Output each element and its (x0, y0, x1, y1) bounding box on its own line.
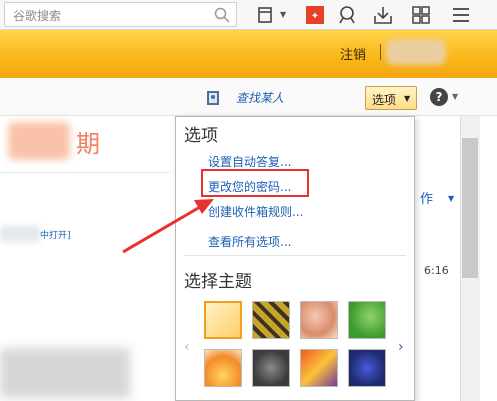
chevron-down-icon[interactable]: ▼ (452, 92, 458, 101)
fox-icon[interactable] (336, 4, 358, 26)
browser-toolbar: 谷歌搜索 ▼ ✦ (0, 0, 497, 30)
action-menu-label[interactable]: 作 (420, 188, 433, 207)
date-blurred (8, 122, 70, 160)
find-someone-link[interactable]: 查找某人 (236, 89, 284, 106)
highlight-box (201, 169, 309, 197)
chevron-down-icon: ▼ (404, 94, 411, 103)
app-icon[interactable]: ✦ (304, 4, 326, 26)
options-button[interactable]: 选项 ▼ (365, 86, 417, 110)
chevron-down-icon[interactable]: ▼ (280, 10, 286, 19)
date-heading: 期 (76, 130, 100, 158)
layout-icon[interactable] (255, 4, 277, 26)
chevron-left-icon[interactable]: ‹ (184, 339, 190, 355)
theme-thumbnail[interactable] (252, 349, 290, 387)
chevron-right-icon[interactable]: › (398, 339, 404, 355)
header-divider (380, 44, 381, 60)
search-box[interactable]: 谷歌搜索 (4, 2, 237, 27)
theme-thumbnail[interactable] (348, 349, 386, 387)
options-label: 选项 (372, 93, 397, 107)
options-menu-title: 选项 (184, 126, 218, 146)
search-icon[interactable] (214, 7, 230, 23)
theme-thumbnail[interactable] (252, 301, 290, 339)
menu-icon[interactable] (450, 4, 472, 26)
message-preview-blurred (0, 348, 130, 398)
theme-thumbnail[interactable] (204, 349, 242, 387)
scrollbar-thumb[interactable] (462, 138, 478, 278)
theme-thumbnail[interactable] (300, 301, 338, 339)
theme-section-title: 选择主题 (184, 272, 252, 292)
mail-header: 注销 (0, 30, 497, 78)
chevron-down-icon[interactable]: ▼ (448, 194, 454, 203)
action-bar: 查找某人 选项 ▼ ? ▼ (0, 78, 497, 116)
menu-item-auto-reply[interactable]: 设置自动答复... (208, 153, 291, 170)
theme-thumbnail[interactable] (300, 349, 338, 387)
svg-text:✦: ✦ (311, 11, 319, 22)
open-in-window-link[interactable]: 中打开] (40, 228, 71, 241)
menu-item-all-options[interactable]: 查看所有选项... (208, 233, 291, 250)
message-blurred (0, 226, 40, 242)
search-placeholder: 谷歌搜索 (13, 9, 62, 23)
address-book-icon[interactable] (205, 90, 221, 106)
logout-link[interactable]: 注销 (340, 44, 366, 63)
menu-divider (184, 255, 406, 256)
menu-item-inbox-rules[interactable]: 创建收件箱规则... (208, 203, 303, 220)
options-menu: 选项 设置自动答复... 更改您的密码... 创建收件箱规则... 查看所有选项… (175, 116, 415, 401)
message-time: 6:16 (424, 264, 449, 277)
theme-thumbnail[interactable] (204, 301, 242, 339)
divider (0, 172, 170, 173)
theme-thumbnail[interactable] (348, 301, 386, 339)
grid-icon[interactable] (410, 4, 432, 26)
user-name-blurred (386, 39, 446, 65)
help-icon[interactable]: ? (430, 88, 448, 106)
download-icon[interactable] (372, 4, 394, 26)
